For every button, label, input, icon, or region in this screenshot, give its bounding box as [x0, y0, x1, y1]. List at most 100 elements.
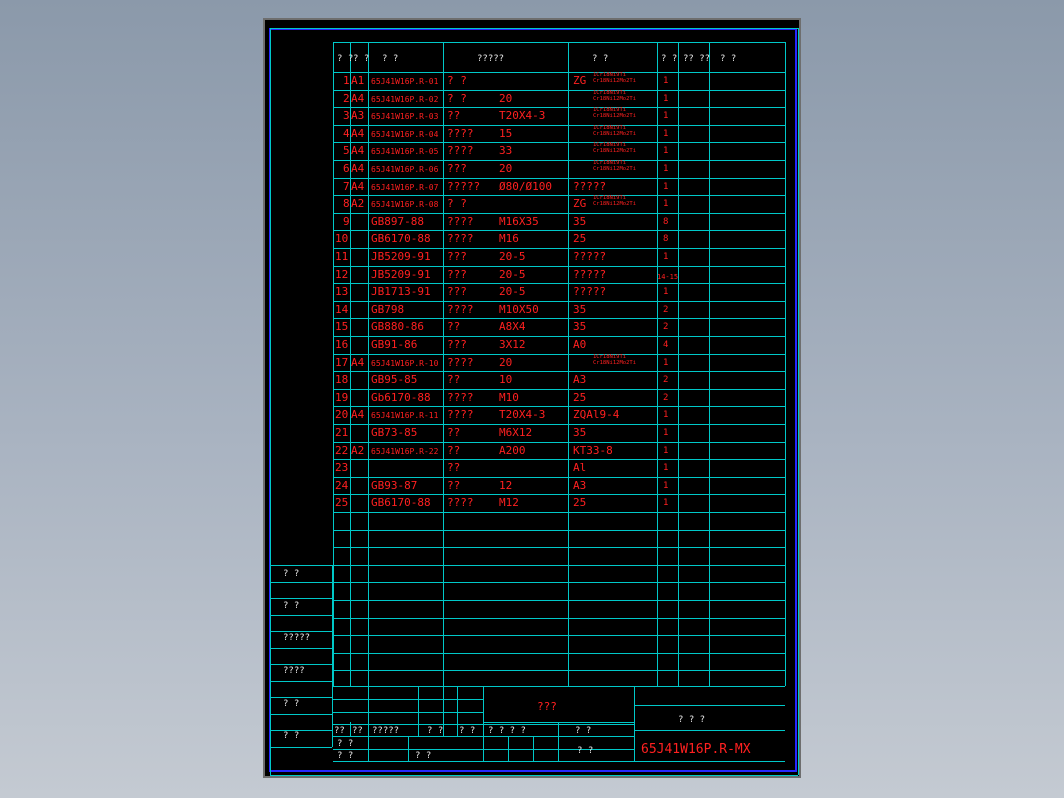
row-size: A4	[351, 162, 365, 175]
tb-col	[350, 722, 351, 736]
tb-label: ??	[352, 726, 363, 736]
row-qty: 8	[663, 234, 669, 244]
tb-col	[533, 736, 534, 761]
row-material-grade: Cr18Ni12Mo2Ti	[593, 96, 637, 102]
row-spec: 12	[499, 479, 513, 492]
row-size: A2	[351, 197, 365, 210]
row-number: 6	[343, 162, 350, 175]
row-spec: T20X4-3	[499, 408, 546, 421]
drawing-title: ???	[537, 700, 557, 713]
row-line	[333, 283, 785, 284]
header-remark: ? ?	[720, 54, 737, 64]
row-number: 1	[343, 74, 350, 87]
row-code: GB6170-88	[371, 232, 431, 245]
tb-line	[634, 730, 785, 731]
row-line	[333, 354, 785, 355]
tb-label: ? ?	[337, 739, 354, 749]
row-qty: 1	[663, 410, 669, 420]
row-line	[333, 266, 785, 267]
tb-label: ? ?	[415, 751, 432, 761]
row-name: ????	[447, 408, 474, 421]
row-qty: 2	[663, 375, 669, 385]
tb-line	[333, 712, 483, 713]
row-spec: 20-5	[499, 285, 526, 298]
inner-frame-bottom	[270, 775, 798, 776]
row-qty: 2	[663, 305, 669, 315]
row-number: 11	[335, 250, 349, 263]
header-weight: ?? ??	[683, 54, 711, 64]
row-name: ????	[447, 391, 474, 404]
row-material-grade: Cr18Ni12Mo2Ti	[593, 201, 637, 207]
inner-frame-right	[798, 28, 799, 775]
row-code: Gb6170-88	[371, 391, 431, 404]
row-material: ZQAl9-4	[573, 408, 620, 421]
tb-col	[457, 686, 458, 736]
tb-col	[558, 722, 559, 761]
row-material: A3	[573, 479, 587, 492]
row-qty: 2	[663, 393, 669, 403]
row-line	[333, 600, 785, 601]
col-line-4	[568, 42, 569, 686]
row-material: 25	[573, 391, 587, 404]
row-code: GB91-86	[371, 338, 418, 351]
row-material: 35	[573, 426, 587, 439]
row-name: ?????	[447, 180, 481, 193]
row-qty: 8	[663, 217, 669, 227]
tb-col	[634, 686, 635, 761]
row-spec: 33	[499, 144, 513, 157]
row-qty: 1	[663, 129, 669, 139]
row-qty: 1	[663, 146, 669, 156]
row-spec: 3X12	[499, 338, 526, 351]
row-spec: Ø80/Ø100	[499, 180, 552, 193]
row-qty: 1	[663, 164, 669, 174]
row-number: 14	[335, 303, 349, 316]
row-line	[333, 178, 785, 179]
tb-label: ??	[334, 726, 345, 736]
side-line	[270, 697, 332, 698]
row-spec: 20	[499, 92, 513, 105]
row-number: 10	[335, 232, 349, 245]
row-name: ????	[447, 215, 474, 228]
side-label: ?????	[283, 633, 311, 643]
header-seq: ? ?	[337, 54, 354, 64]
side-line	[270, 648, 332, 649]
row-name: ???	[447, 338, 467, 351]
col-line-7	[709, 42, 710, 686]
row-qty: 1	[663, 199, 669, 209]
row-line	[333, 442, 785, 443]
tb-line	[634, 705, 785, 706]
row-material-grade: Cr18Ni12Mo2Ti	[593, 131, 637, 137]
row-material: ?????	[573, 250, 607, 263]
row-spec: 15	[499, 127, 513, 140]
row-code: 65J41W16P.R-10	[371, 359, 439, 368]
row-size: A2	[351, 444, 365, 457]
side-line	[270, 664, 332, 665]
row-name: ??	[447, 109, 461, 122]
tb-label: ? ?	[427, 726, 444, 736]
row-qty: 1	[663, 428, 669, 438]
row-number: 17	[335, 356, 349, 369]
row-qty: 4	[663, 340, 669, 350]
table-top	[333, 42, 785, 43]
row-number: 25	[335, 496, 349, 509]
row-spec: A200	[499, 444, 526, 457]
row-line	[333, 670, 785, 671]
row-line	[333, 530, 785, 531]
row-line	[333, 336, 785, 337]
inner-frame-top	[270, 28, 798, 29]
row-number: 18	[335, 373, 349, 386]
row-material: 35	[573, 320, 587, 333]
row-code: 65J41W16P.R-22	[371, 447, 439, 456]
row-material: KT33-8	[573, 444, 613, 457]
row-line	[333, 248, 785, 249]
side-line	[270, 747, 332, 748]
row-name: ????	[447, 356, 474, 369]
side-line	[270, 615, 332, 616]
row-name: ???	[447, 162, 467, 175]
row-code: GB6170-88	[371, 496, 431, 509]
row-line	[333, 230, 785, 231]
col-line-6	[678, 42, 679, 686]
row-material: ?????	[573, 268, 607, 281]
side-line	[270, 631, 332, 632]
row-size: A4	[351, 180, 365, 193]
